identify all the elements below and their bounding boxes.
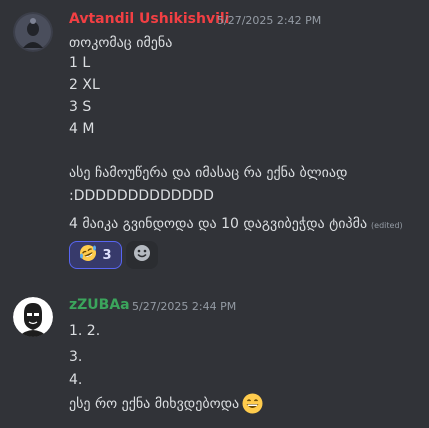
message-line: ასე ჩამოუწერა და იმასაც რა ექნა ბლიად	[69, 165, 348, 181]
message-line: 1. 2.	[69, 323, 101, 339]
message-text: ესე რო ექნა მიხვდებოდა	[69, 395, 240, 412]
message-line: 3.	[69, 349, 83, 365]
message-line: 2 XL	[69, 77, 100, 93]
message-line: 3 S	[69, 99, 92, 115]
message-line: 4.	[69, 372, 83, 388]
message-line: 4 M	[69, 121, 95, 137]
avatar-avtandil[interactable]	[13, 12, 53, 52]
timestamp: 5/27/2025 2:42 PM	[217, 14, 322, 27]
reaction-laughing[interactable]: 3	[69, 241, 122, 269]
add-reaction-button[interactable]	[126, 241, 158, 269]
message-text: 4 მაიკა გვინდოდა და 10 დაგვიბეჭდა ტიპმა	[69, 216, 368, 232]
reaction-count: 3	[102, 247, 112, 263]
grinning-smile-icon	[242, 393, 263, 414]
message-line-edited: 4 მაიკა გვინდოდა და 10 დაგვიბეჭდა ტიპმა(…	[69, 214, 403, 236]
edited-label: (edited)	[371, 221, 403, 230]
message-line: თოკომაც იმენა	[69, 35, 173, 51]
author-name[interactable]: zZUBAa	[69, 297, 130, 313]
author-name[interactable]: Avtandil Ushikishvili	[69, 11, 229, 27]
rolling-on-floor-laughing-icon	[79, 244, 97, 266]
message-line: :DDDDDDDDDDDDD	[69, 188, 214, 204]
message-line: 1 L	[69, 55, 91, 71]
add-reaction-icon	[133, 244, 151, 266]
message-line-with-emoji: ესე რო ექნა მიხვდებოდა	[69, 393, 263, 414]
timestamp: 5/27/2025 2:44 PM	[132, 300, 237, 313]
avatar-zzubaa[interactable]	[13, 297, 53, 337]
